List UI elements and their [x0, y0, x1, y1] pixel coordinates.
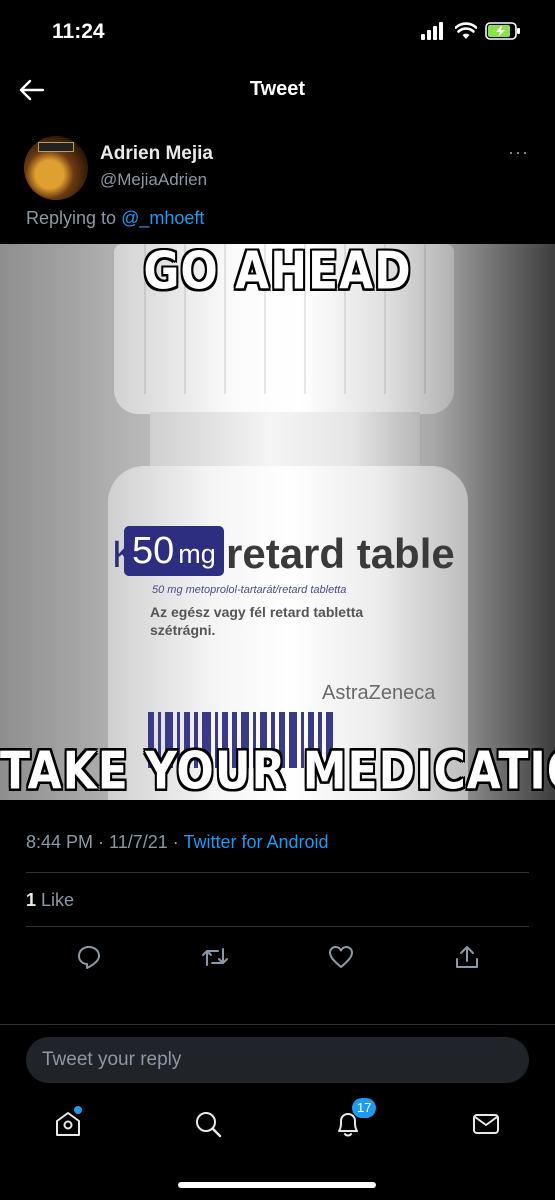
dose-unit: mg [178, 539, 216, 569]
nav-home[interactable] [50, 1106, 86, 1142]
likes-count[interactable]: 1 Like [26, 890, 74, 911]
notifications-badge: 17 [352, 1098, 377, 1118]
reply-input[interactable] [26, 1037, 529, 1083]
tweet-metadata: 8:44 PM · 11/7/21 · Twitter for Android [26, 832, 329, 853]
tweet-actions [0, 942, 555, 976]
retweet-button[interactable] [200, 942, 230, 972]
like-count-number: 1 [26, 890, 37, 910]
divider [26, 926, 529, 927]
label-line-1: Az egész vagy fél retard tabletta [150, 604, 364, 620]
tweet-timestamp: 8:44 PM · 11/7/21 · [26, 832, 179, 852]
bottle-neck [150, 412, 420, 472]
nav-messages[interactable] [468, 1106, 504, 1142]
like-button[interactable] [326, 942, 356, 972]
status-icons [421, 22, 521, 45]
replying-prefix: Replying to [26, 208, 117, 228]
author-name[interactable]: Adrien Mejia [100, 143, 213, 165]
bottom-navigation: 17 [0, 1096, 555, 1200]
meme-top-caption: GO AHEAD [143, 244, 412, 302]
tweet-source[interactable]: Twitter for Android [183, 832, 328, 852]
nav-notifications[interactable]: 17 [330, 1098, 377, 1142]
replying-to-mention[interactable]: @_mhoeft [121, 208, 204, 228]
meme-bottom-caption: TAKE YOUR MEDICATION [0, 741, 555, 800]
dose-box: 50 mg [124, 526, 224, 576]
status-bar: 11:24 [0, 0, 555, 64]
share-icon [456, 946, 478, 968]
label-line-2: szétrágni. [150, 622, 216, 638]
avatar-ribbon [38, 142, 74, 152]
reply-icon [78, 946, 100, 969]
heart-icon [329, 946, 353, 968]
share-button[interactable] [452, 942, 482, 972]
replying-to: Replying to @_mhoeft [26, 208, 204, 229]
more-options-button[interactable]: ··· [508, 142, 529, 163]
top-app-bar: Tweet [0, 64, 555, 116]
signal-icon [421, 22, 447, 45]
tweet-media-image[interactable]: K 50 mg retard table 50 mg metoprolol-ta… [0, 244, 555, 800]
brand-text: AstraZeneca [322, 682, 436, 704]
home-indicator [178, 1182, 376, 1188]
tweet-header: Adrien Mejia @MejiaAdrien ··· Replying t… [0, 128, 555, 238]
new-content-dot [74, 1106, 82, 1114]
retweet-icon [202, 948, 228, 966]
label-main-text: retard table [226, 530, 455, 577]
divider [26, 872, 529, 873]
reply-composer [0, 1024, 555, 1096]
status-time: 11:24 [52, 20, 105, 43]
search-icon [196, 1112, 222, 1138]
nav-search[interactable] [190, 1106, 226, 1142]
page-title: Tweet [249, 78, 306, 100]
dose-number: 50 [132, 530, 175, 572]
avatar[interactable] [24, 136, 88, 200]
battery-charging-icon [485, 22, 521, 45]
author-handle[interactable]: @MejiaAdrien [100, 170, 207, 190]
label-small-text: 50 mg metoprolol-tartarát/retard tablett… [152, 584, 347, 596]
reply-button[interactable] [74, 942, 104, 972]
like-count-label: Like [41, 890, 75, 910]
mail-icon [473, 1114, 499, 1134]
wifi-icon [454, 22, 478, 45]
